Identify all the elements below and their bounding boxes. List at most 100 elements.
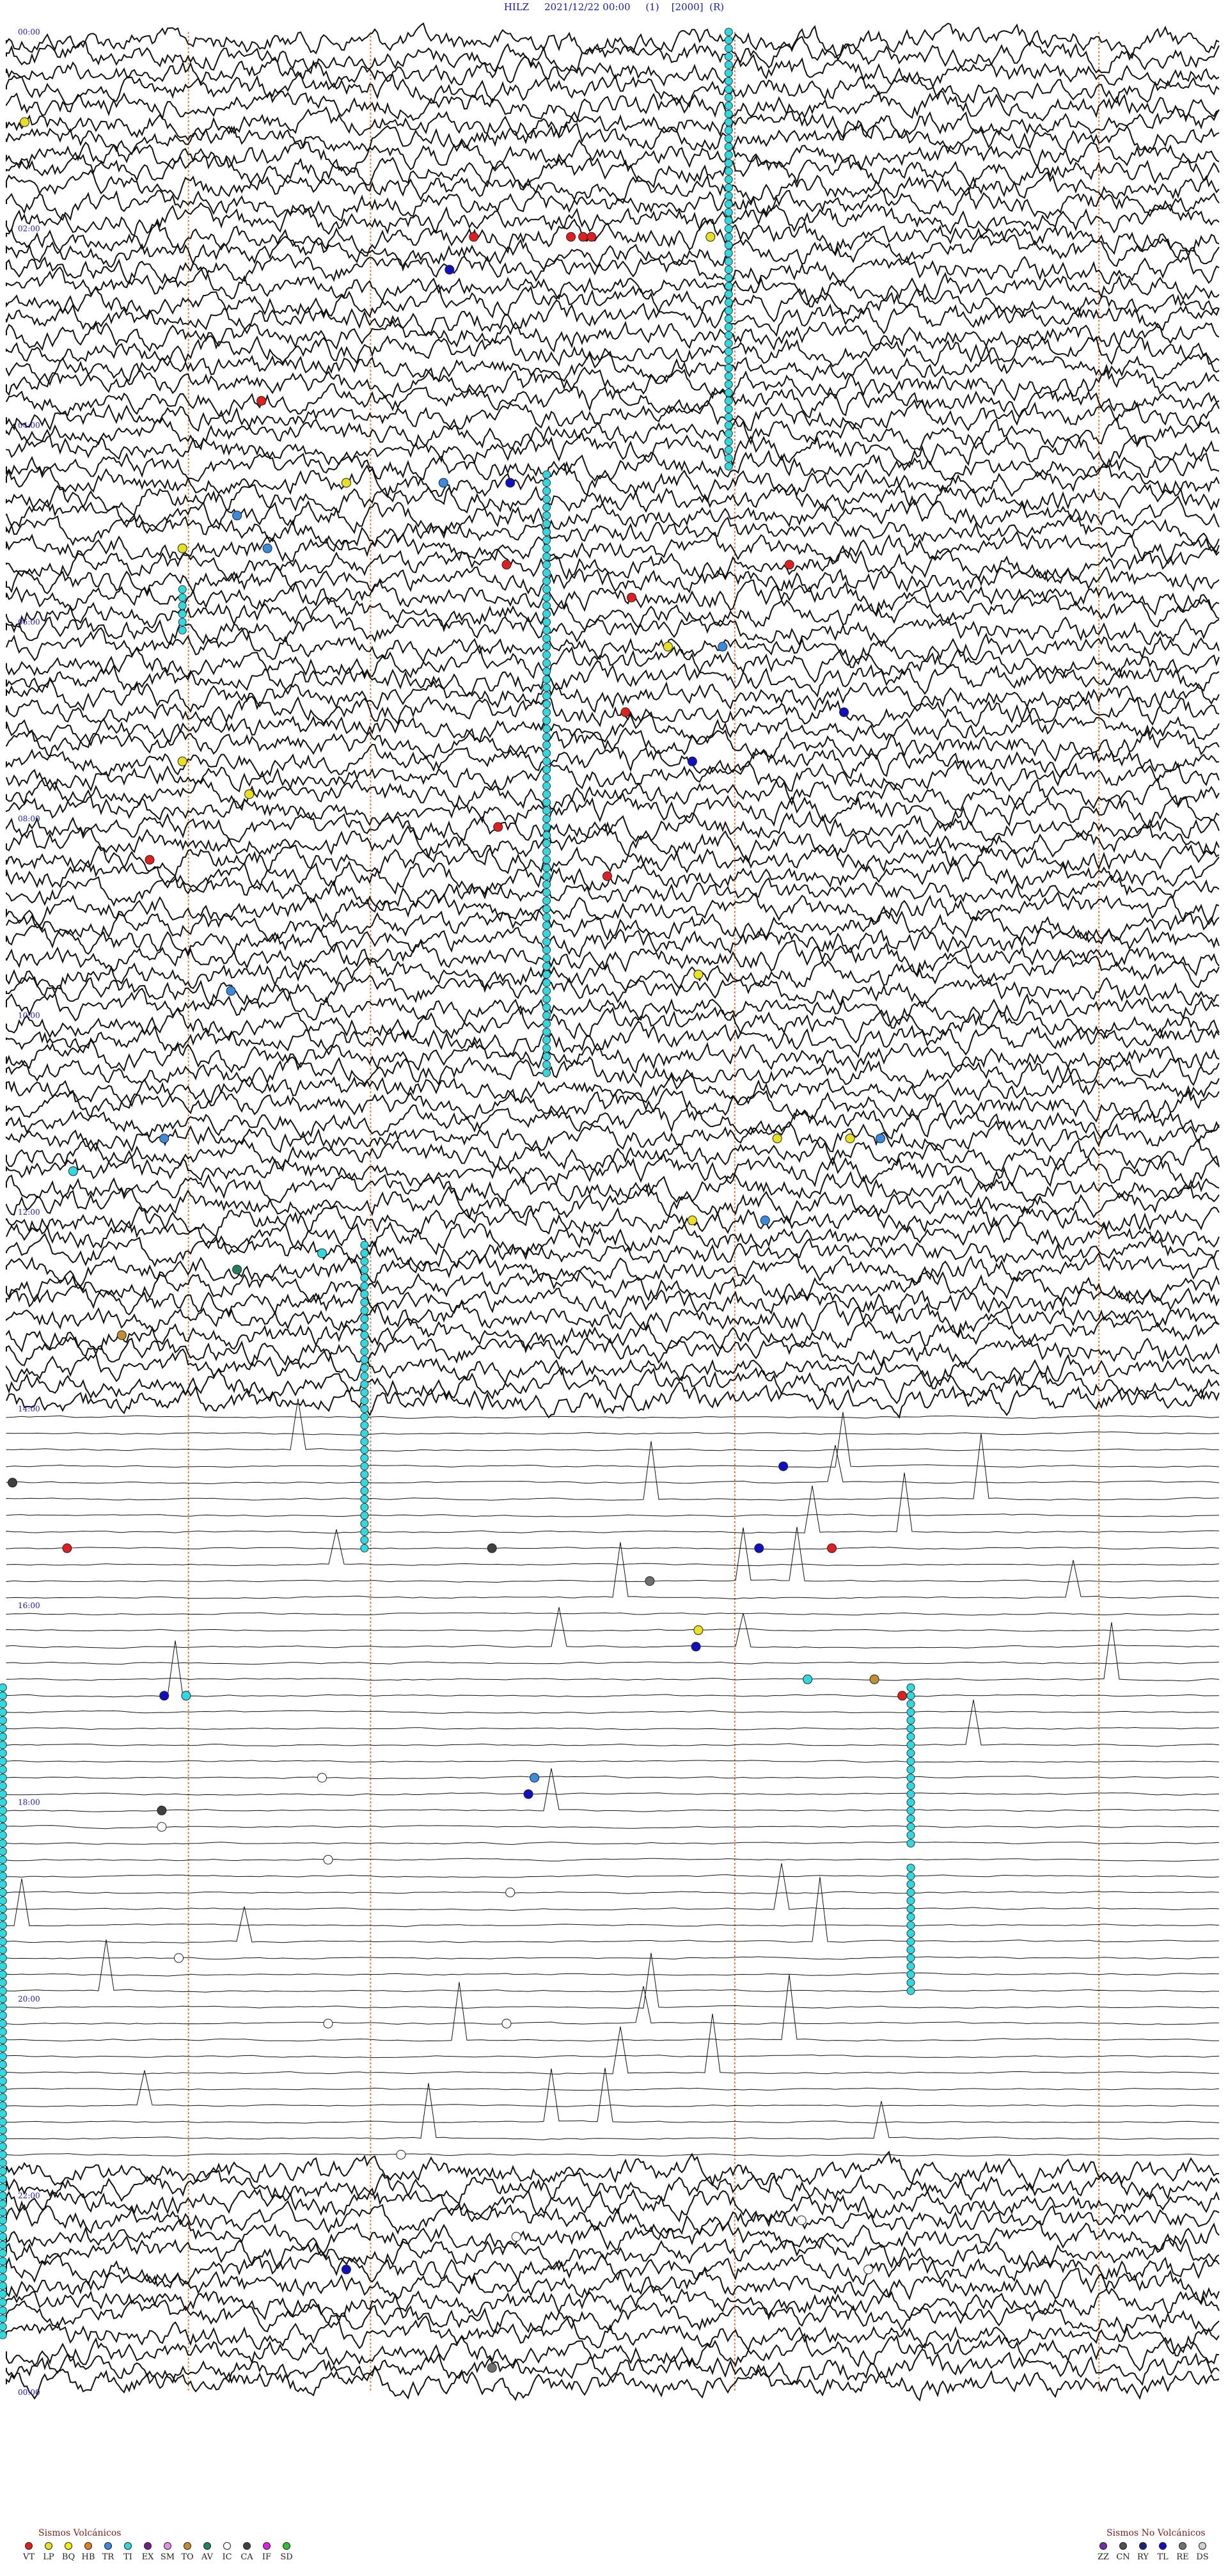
event-marker-tl xyxy=(159,1691,169,1701)
legend-swatch xyxy=(203,2542,211,2550)
event-marker-tl xyxy=(839,707,849,717)
event-marker-ti xyxy=(724,249,733,258)
legend-swatch xyxy=(1119,2542,1127,2550)
event-marker-ti xyxy=(724,225,733,233)
event-marker-ti xyxy=(542,528,551,537)
event-marker-ti xyxy=(0,1683,7,1692)
event-marker-ti xyxy=(0,1798,7,1806)
event-marker-vt xyxy=(784,560,794,570)
event-marker-ti xyxy=(360,1298,369,1307)
event-marker-ti xyxy=(724,347,733,356)
event-marker-ti xyxy=(360,1536,369,1544)
event-marker-ti xyxy=(542,1019,551,1028)
event-marker-ti xyxy=(0,2208,7,2216)
event-marker-ti xyxy=(68,1166,78,1176)
event-marker-ti xyxy=(360,1478,369,1487)
event-marker-ti xyxy=(542,585,551,594)
event-marker-ti xyxy=(906,1741,915,1750)
event-marker-ti xyxy=(360,1388,369,1397)
event-marker-ti xyxy=(906,1929,915,1938)
event-marker-re xyxy=(487,2363,497,2373)
event-marker-ti xyxy=(724,290,733,299)
event-marker-ti xyxy=(542,569,551,578)
trace-row xyxy=(6,1412,1220,1468)
event-marker-ti xyxy=(0,2257,7,2266)
event-marker-ti xyxy=(0,2093,7,2102)
event-marker-ti xyxy=(542,511,551,520)
event-marker-ti xyxy=(360,1249,369,1258)
event-marker-ti xyxy=(906,1970,915,1979)
legend-swatch xyxy=(124,2542,132,2550)
event-marker-ti xyxy=(542,659,551,668)
event-marker-ti xyxy=(0,2192,7,2200)
event-marker-ti xyxy=(360,1437,369,1446)
event-marker-ti xyxy=(724,118,733,127)
legend-item-ic: IC xyxy=(217,2542,237,2562)
event-marker-ti xyxy=(542,593,551,602)
event-marker-ti xyxy=(906,1888,915,1897)
legend-swatch xyxy=(1099,2542,1107,2550)
event-marker-ti xyxy=(360,1544,369,1553)
legend-label: SD xyxy=(280,2552,293,2562)
event-marker-ti xyxy=(724,454,733,462)
event-marker-ti xyxy=(0,2109,7,2118)
event-marker-ti xyxy=(542,601,551,610)
event-marker-ti xyxy=(0,2167,7,2176)
event-marker-ti xyxy=(360,1281,369,1290)
event-marker-ti xyxy=(542,855,551,864)
trace-row xyxy=(6,1858,1220,1862)
event-marker-ti xyxy=(0,2240,7,2249)
event-marker-ti xyxy=(906,1700,915,1709)
legend-swatch xyxy=(144,2542,152,2550)
event-marker-vt xyxy=(627,592,636,603)
event-marker-ic xyxy=(501,2018,512,2028)
event-marker-ti xyxy=(360,1257,369,1266)
event-marker-ti xyxy=(542,757,551,766)
event-marker-ti xyxy=(0,2273,7,2282)
event-marker-tr xyxy=(718,642,728,652)
event-marker-tl xyxy=(505,478,516,488)
hour-label: 16:00 xyxy=(18,1601,40,1610)
legend-item-ti: TI xyxy=(118,2542,138,2562)
event-marker-ti xyxy=(542,1027,551,1036)
event-marker-ti xyxy=(906,1773,915,1782)
event-marker-ti xyxy=(0,1691,7,1700)
event-marker-ti xyxy=(0,2085,7,2094)
event-marker-vt xyxy=(602,871,612,881)
event-marker-lp xyxy=(693,1625,704,1635)
event-marker-lp xyxy=(693,969,704,979)
event-marker-ti xyxy=(542,995,551,1004)
legend-item-ds: DS xyxy=(1193,2542,1212,2562)
event-marker-ti xyxy=(906,1921,915,1930)
hour-label: 10:00 xyxy=(18,1011,40,1020)
event-marker-ti xyxy=(0,1937,7,1946)
legend-volcanic: Sismos Volcánicos VT LP BQ HB TR TI EX SM TO AV IC… xyxy=(19,2528,326,2573)
legend-label: TO xyxy=(181,2552,194,2562)
event-marker-ti xyxy=(0,2314,7,2323)
event-marker-to xyxy=(869,1674,879,1684)
event-marker-ic xyxy=(157,1822,167,1832)
event-marker-ti xyxy=(0,1790,7,1799)
event-marker-lp xyxy=(177,543,187,553)
event-marker-ti xyxy=(906,1716,915,1725)
event-marker-ti xyxy=(0,2224,7,2233)
event-marker-ti xyxy=(542,576,551,585)
event-marker-ti xyxy=(542,880,551,889)
legend-item-ca: CA xyxy=(237,2542,256,2562)
legend-volcanic-title: Sismos Volcánicos xyxy=(38,2528,122,2538)
event-marker-ti xyxy=(0,1904,7,1913)
legend-item-lp: LP xyxy=(39,2542,58,2562)
event-marker-vt xyxy=(827,1543,837,1553)
trace-row xyxy=(6,727,1220,763)
hour-label: 04:00 xyxy=(18,421,40,430)
event-marker-ti xyxy=(724,60,733,69)
legend-nonvolcanic-title: Sismos No Volcánicos xyxy=(1106,2528,1206,2538)
event-marker-ti xyxy=(542,470,551,479)
event-marker-ti xyxy=(360,1274,369,1282)
legend-label: AV xyxy=(201,2552,214,2562)
legend-label: TL xyxy=(1157,2552,1169,2562)
event-marker-ti xyxy=(542,1011,551,1020)
event-marker-ti xyxy=(542,683,551,692)
trace-row xyxy=(6,1760,1220,1763)
event-marker-lp xyxy=(177,756,187,766)
